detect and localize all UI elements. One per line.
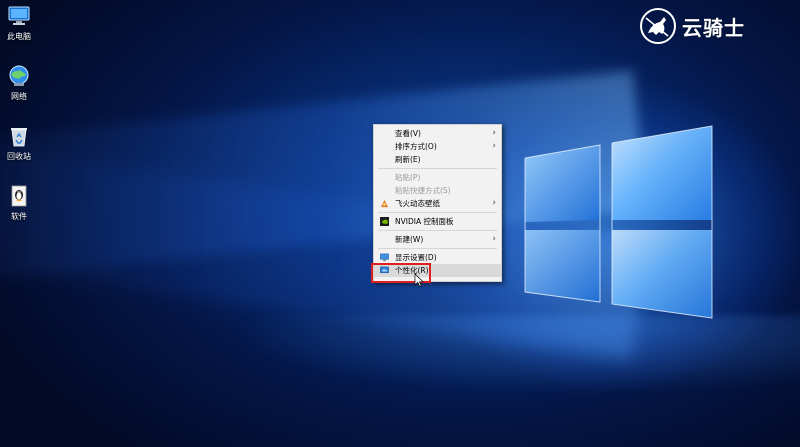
menu-item-label: 刷新(E) [395, 155, 421, 164]
desktop-background[interactable]: 此电脑 网络 回收站 软件 云骑士 查看(V) › 排序方式(O) › 刷新(E… [0, 0, 800, 447]
menu-item-personalize[interactable]: 个性化(R) [374, 264, 501, 277]
menu-item-refresh[interactable]: 刷新(E) [374, 153, 501, 166]
desktop-icon-label: 此电脑 [7, 32, 31, 41]
menu-item-label: 排序方式(O) [395, 142, 437, 151]
menu-separator [378, 168, 497, 169]
menu-item-nvidia-control-panel[interactable]: NVIDIA 控制面板 [374, 215, 501, 228]
menu-separator [378, 230, 497, 231]
menu-item-label: 新建(W) [395, 235, 424, 244]
menu-item-label: 粘贴快捷方式(S) [395, 186, 451, 195]
menu-item-label: 查看(V) [395, 129, 421, 138]
desktop-icon-computer[interactable]: 此电脑 [2, 4, 36, 42]
mouse-cursor-icon [414, 273, 424, 287]
menu-item-label: 显示设置(D) [395, 253, 437, 262]
desktop-context-menu: 查看(V) › 排序方式(O) › 刷新(E) 粘贴(P) 粘贴快捷方式(S) … [373, 124, 502, 282]
menu-item-label: 粘贴(P) [395, 173, 421, 182]
menu-item-live-wallpaper[interactable]: 飞火动态壁纸 › [374, 197, 501, 210]
menu-item-label: 飞火动态壁纸 [395, 199, 440, 208]
chevron-right-icon: › [492, 234, 496, 244]
chevron-right-icon: › [492, 141, 496, 151]
desktop-icon-recycle-bin[interactable]: 回收站 [2, 124, 36, 162]
personalize-icon [380, 266, 389, 274]
light-beam [0, 70, 648, 283]
desktop-icon-software[interactable]: 软件 [2, 184, 36, 222]
desktop-icon-label: 回收站 [7, 152, 31, 161]
menu-separator [378, 212, 497, 213]
software-folder-icon [11, 185, 27, 207]
display-icon [380, 253, 389, 262]
menu-item-label: NVIDIA 控制面板 [395, 217, 454, 226]
menu-item-paste: 粘贴(P) [374, 171, 501, 184]
knight-rider-logo-icon [640, 8, 676, 44]
menu-item-new[interactable]: 新建(W) › [374, 233, 501, 246]
chevron-right-icon: › [492, 198, 496, 208]
menu-item-paste-shortcut: 粘贴快捷方式(S) [374, 184, 501, 197]
menu-item-display-settings[interactable]: 显示设置(D) [374, 251, 501, 264]
menu-item-view[interactable]: 查看(V) › [374, 127, 501, 140]
light-beam [0, 143, 649, 360]
watermark-logo: 云骑士 [638, 4, 745, 48]
recycle-bin-icon [11, 128, 27, 147]
wallpaper-app-icon [380, 199, 389, 208]
desktop-icon-label: 软件 [11, 212, 27, 221]
light-floor-glow [230, 315, 800, 395]
nvidia-icon [380, 217, 389, 226]
network-globe-icon [9, 65, 29, 86]
computer-icon [8, 6, 30, 25]
chevron-right-icon: › [492, 128, 496, 138]
desktop-icon-label: 网络 [11, 92, 27, 101]
menu-separator [378, 248, 497, 249]
menu-item-sort-by[interactable]: 排序方式(O) › [374, 140, 501, 153]
watermark-text: 云骑士 [682, 15, 745, 40]
desktop-icon-network[interactable]: 网络 [2, 64, 36, 102]
